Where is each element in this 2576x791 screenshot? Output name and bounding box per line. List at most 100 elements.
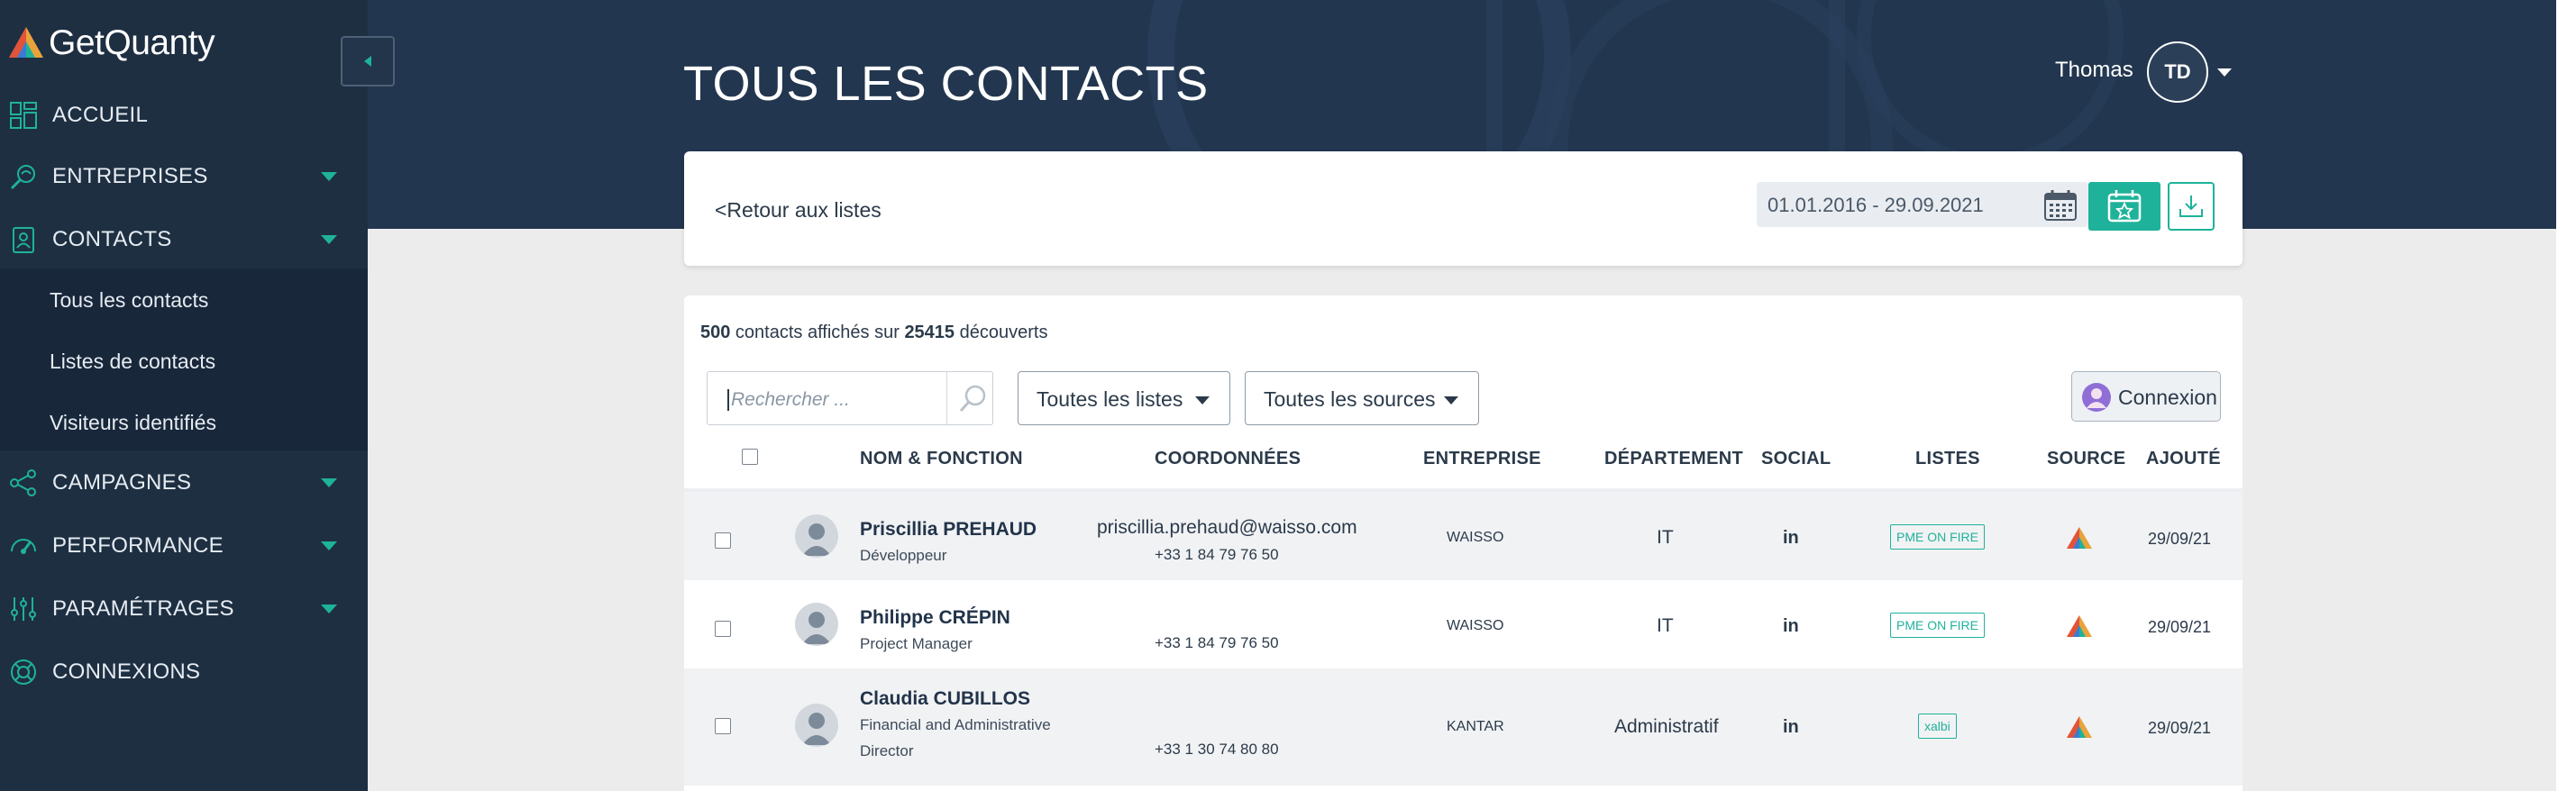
contact-email[interactable]: priscillia.prehaud@waisso.com bbox=[1097, 517, 1357, 539]
contact-added-date: 29/09/21 bbox=[2148, 530, 2212, 548]
list-tag[interactable]: PME ON FIRE bbox=[1890, 613, 1986, 638]
chevron-down-icon bbox=[1195, 396, 1210, 405]
contact-company[interactable]: WAISSO bbox=[1447, 530, 1503, 546]
sidebar-item-label: PARAMÉTRAGES bbox=[52, 596, 234, 621]
calendar-star-button[interactable] bbox=[2088, 182, 2160, 231]
list-tag[interactable]: PME ON FIRE bbox=[1890, 524, 1986, 550]
sidebar-item-contacts[interactable]: CONTACTS bbox=[0, 209, 368, 270]
sidebar-item-label: ACCUEIL bbox=[52, 103, 149, 127]
connexion-button[interactable]: Connexion bbox=[2071, 371, 2221, 422]
contact-phone[interactable]: +33 1 30 74 80 80 bbox=[1155, 741, 1279, 759]
column-header-coordinates[interactable]: COORDONNÉES bbox=[1155, 449, 1301, 469]
search-placeholder: Rechercher ... bbox=[727, 389, 850, 411]
contact-company[interactable]: KANTAR bbox=[1447, 719, 1504, 735]
calendar-star-icon bbox=[2107, 190, 2142, 223]
sources-dropdown[interactable]: Toutes les sources bbox=[1245, 371, 1479, 425]
row-checkbox[interactable] bbox=[715, 718, 731, 734]
contacts-submenu: Tous les contacts Listes de contacts Vis… bbox=[0, 268, 368, 450]
search-divider bbox=[946, 372, 947, 424]
contact-name[interactable]: Claudia CUBILLOS bbox=[860, 688, 1030, 710]
contact-phone[interactable]: +33 1 84 79 76 50 bbox=[1155, 634, 1279, 652]
download-button[interactable] bbox=[2168, 182, 2215, 231]
sliders-icon bbox=[11, 597, 36, 621]
linkedin-icon[interactable]: in bbox=[1783, 616, 1799, 637]
row-checkbox[interactable] bbox=[715, 532, 731, 549]
sidebar-item-connexions[interactable]: CONNEXIONS bbox=[0, 641, 368, 703]
column-header-lists[interactable]: LISTES bbox=[1915, 449, 1980, 469]
select-all-checkbox[interactable] bbox=[742, 449, 758, 465]
contact-phone[interactable]: +33 1 84 79 76 50 bbox=[1155, 546, 1279, 564]
contact-name[interactable]: Priscillia PREHAUD bbox=[860, 519, 1037, 541]
logo-text: GetQuanty bbox=[49, 23, 215, 62]
search-building-icon bbox=[10, 165, 35, 190]
chevron-down-icon[interactable] bbox=[321, 478, 337, 487]
contacts-count-summary: 500 contacts affichés sur 25415 découver… bbox=[700, 323, 1047, 343]
user-menu-caret-icon[interactable] bbox=[2217, 68, 2232, 77]
user-name[interactable]: Thomas bbox=[2055, 58, 2133, 83]
lists-dropdown-label: Toutes les listes bbox=[1037, 387, 1183, 411]
subnav-listes-de-contacts[interactable]: Listes de contacts bbox=[50, 350, 215, 374]
shown-count: 500 bbox=[700, 323, 731, 342]
calendar-icon[interactable] bbox=[2043, 189, 2078, 222]
column-header-company[interactable]: ENTREPRISE bbox=[1423, 449, 1541, 469]
table-row[interactable]: Priscillia PREHAUD Développeur priscilli… bbox=[684, 492, 2243, 580]
share-nodes-icon bbox=[10, 469, 36, 496]
contact-added-date: 29/09/21 bbox=[2148, 618, 2212, 636]
contact-company[interactable]: WAISSO bbox=[1447, 618, 1503, 634]
user-silhouette-icon bbox=[802, 713, 831, 745]
sidebar-item-parametrages[interactable]: PARAMÉTRAGES bbox=[0, 578, 368, 640]
chevron-down-icon bbox=[1444, 396, 1458, 405]
sidebar-item-label: ENTREPRISES bbox=[52, 164, 208, 188]
column-header-source[interactable]: SOURCE bbox=[2047, 449, 2125, 469]
sidebar-item-performance[interactable]: PERFORMANCE bbox=[0, 515, 368, 577]
contact-role-line-1: Financial and Administrative bbox=[860, 716, 1051, 733]
date-range-field[interactable]: 01.01.2016 - 29.09.2021 bbox=[1757, 182, 2088, 227]
contact-department: Administratif bbox=[1614, 716, 1719, 737]
download-icon bbox=[2179, 195, 2203, 217]
list-tag[interactable]: xalbi bbox=[1918, 714, 1957, 739]
sidebar-item-entreprises[interactable]: ENTREPRISES bbox=[0, 146, 368, 207]
contacts-table-card: 500 contacts affichés sur 25415 découver… bbox=[684, 295, 2243, 791]
chevron-down-icon[interactable] bbox=[321, 541, 337, 550]
chevron-down-icon[interactable] bbox=[321, 605, 337, 614]
lifebuoy-icon bbox=[11, 659, 36, 685]
search-icon[interactable] bbox=[958, 383, 989, 414]
contact-avatar bbox=[795, 514, 838, 558]
sidebar: GetQuanty ACCUEIL ENTREPRISES CONTACTS T… bbox=[0, 0, 368, 791]
sidebar-item-label: PERFORMANCE bbox=[52, 533, 224, 558]
total-count: 25415 bbox=[904, 323, 955, 342]
contact-role: Développeur bbox=[860, 547, 947, 564]
column-header-department[interactable]: DÉPARTEMENT bbox=[1604, 449, 1743, 469]
lists-dropdown[interactable]: Toutes les listes bbox=[1018, 371, 1230, 425]
column-header-name[interactable]: NOM & FONCTION bbox=[860, 449, 1023, 469]
contact-name[interactable]: Philippe CRÉPIN bbox=[860, 607, 1010, 629]
table-row[interactable]: Philippe CRÉPIN Project Manager +33 1 84… bbox=[684, 580, 2243, 668]
source-getquanty-icon bbox=[2067, 527, 2092, 549]
sidebar-item-accueil[interactable]: ACCUEIL bbox=[0, 85, 368, 146]
linkedin-icon[interactable]: in bbox=[1783, 528, 1799, 549]
column-header-added[interactable]: AJOUTÉ bbox=[2146, 449, 2221, 469]
linkedin-icon[interactable]: in bbox=[1783, 717, 1799, 738]
column-header-social[interactable]: SOCIAL bbox=[1761, 449, 1831, 469]
chevron-down-icon[interactable] bbox=[321, 235, 337, 244]
subnav-visiteurs-identifies[interactable]: Visiteurs identifiés bbox=[50, 411, 216, 435]
back-to-lists-link[interactable]: <Retour aux listes bbox=[715, 198, 882, 223]
logo[interactable]: GetQuanty bbox=[7, 23, 215, 63]
row-checkbox[interactable] bbox=[715, 621, 731, 637]
subnav-tous-les-contacts[interactable]: Tous les contacts bbox=[50, 288, 208, 313]
dashboard-icon bbox=[10, 102, 37, 129]
chevron-down-icon[interactable] bbox=[321, 172, 337, 181]
scrollbar-track[interactable] bbox=[2556, 0, 2576, 791]
contact-avatar bbox=[795, 704, 838, 747]
table-row[interactable]: Claudia CUBILLOS Financial and Administr… bbox=[684, 668, 2243, 786]
sidebar-item-campagnes[interactable]: CAMPAGNES bbox=[0, 452, 368, 514]
collapse-sidebar-button[interactable] bbox=[341, 36, 395, 86]
user-avatar[interactable]: TD bbox=[2147, 41, 2208, 103]
contact-role: Project Manager bbox=[860, 635, 973, 652]
contact-department: IT bbox=[1657, 527, 1674, 548]
contact-department: IT bbox=[1657, 615, 1674, 636]
sidebar-item-label: CAMPAGNES bbox=[52, 470, 192, 495]
source-getquanty-icon bbox=[2067, 615, 2092, 637]
search-input[interactable]: Rechercher ... bbox=[707, 371, 993, 425]
user-silhouette-icon bbox=[802, 523, 831, 556]
